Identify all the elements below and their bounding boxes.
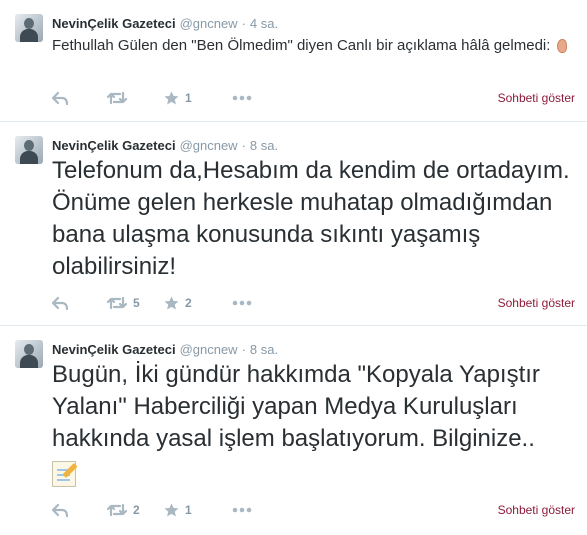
separator-dot: · (241, 342, 246, 357)
favorite-count: 1 (185, 91, 192, 105)
tweet[interactable]: NevinÇelik Gazeteci @gncnew · 8 sa. Telefon… (0, 122, 587, 326)
tweet-time[interactable]: 8 sa. (250, 342, 278, 357)
retweet-button[interactable] (107, 89, 133, 107)
separator-dot: · (241, 16, 246, 31)
show-conversation-link[interactable]: Sohbeti göster (498, 89, 575, 107)
more-button[interactable] (232, 89, 252, 107)
tweet-actions: 5 2 Sohbeti göster (52, 294, 575, 312)
show-conversation-link[interactable]: Sohbeti göster (498, 294, 575, 312)
user-handle[interactable]: @gncnew (180, 342, 238, 357)
tweet[interactable]: NevinÇelik Gazeteci @gncnew · 8 sa. Bugün, … (0, 326, 587, 535)
star-icon (164, 503, 179, 517)
retweet-count: 2 (133, 503, 140, 517)
favorite-button[interactable]: 1 (164, 501, 192, 519)
favorite-count: 1 (185, 503, 192, 517)
user-name[interactable]: NevinÇelik Gazeteci (52, 16, 176, 31)
more-icon (232, 95, 252, 101)
more-button[interactable] (232, 501, 252, 519)
tweet-text: Bugün, İki gündür hakkımda "Kopyala Yapı… (52, 359, 572, 487)
tweet-text: Telefonum da,Hesabım da kendim de ortada… (52, 157, 570, 280)
tweet-time[interactable]: 8 sa. (250, 138, 278, 153)
favorite-button[interactable]: 2 (164, 294, 192, 312)
reply-icon (52, 91, 68, 105)
more-icon (232, 300, 252, 306)
avatar[interactable] (15, 14, 43, 42)
tweet-actions: 2 1 Sohbeti göster (52, 501, 575, 519)
tweet-actions: 1 Sohbeti göster (52, 89, 575, 107)
tweet-header: NevinÇelik Gazeteci @gncnew · 4 sa. (52, 16, 278, 32)
tweet-time[interactable]: 4 sa. (250, 16, 278, 31)
retweet-icon (107, 91, 127, 105)
separator-dot: · (241, 138, 246, 153)
favorite-button[interactable]: 1 (164, 89, 192, 107)
tweet-header: NevinÇelik Gazeteci @gncnew · 8 sa. (52, 138, 278, 154)
show-conversation-link[interactable]: Sohbeti göster (498, 501, 575, 519)
retweet-icon (107, 503, 127, 517)
tweet-header: NevinÇelik Gazeteci @gncnew · 8 sa. (52, 342, 278, 358)
retweet-button[interactable]: 5 (107, 294, 140, 312)
tweet-text-content: Bugün, İki gündür hakkımda "Kopyala Yapı… (52, 361, 540, 452)
avatar[interactable] (15, 136, 43, 164)
retweet-icon (107, 296, 127, 310)
user-name[interactable]: NevinÇelik Gazeteci (52, 138, 176, 153)
reply-button[interactable] (52, 294, 68, 312)
reply-button[interactable] (52, 501, 68, 519)
avatar[interactable] (15, 340, 43, 368)
tweet[interactable]: NevinÇelik Gazeteci @gncnew · 4 sa. Fethull… (0, 0, 587, 122)
tweet-text: Fethullah Gülen den "Ben Ölmedim" diyen … (52, 36, 572, 56)
retweet-button[interactable]: 2 (107, 501, 140, 519)
user-handle[interactable]: @gncnew (180, 138, 238, 153)
star-icon (164, 91, 179, 105)
star-icon (164, 296, 179, 310)
reply-button[interactable] (52, 89, 68, 107)
user-name[interactable]: NevinÇelik Gazeteci (52, 342, 176, 357)
more-icon (232, 507, 252, 513)
tweet-text-content: Fethullah Gülen den "Ben Ölmedim" diyen … (52, 37, 551, 54)
reply-icon (52, 296, 68, 310)
memo-icon (52, 460, 78, 487)
retweet-count: 5 (133, 296, 140, 310)
user-handle[interactable]: @gncnew (180, 16, 238, 31)
reply-icon (52, 503, 68, 517)
ear-icon (556, 39, 567, 54)
favorite-count: 2 (185, 296, 192, 310)
more-button[interactable] (232, 294, 252, 312)
